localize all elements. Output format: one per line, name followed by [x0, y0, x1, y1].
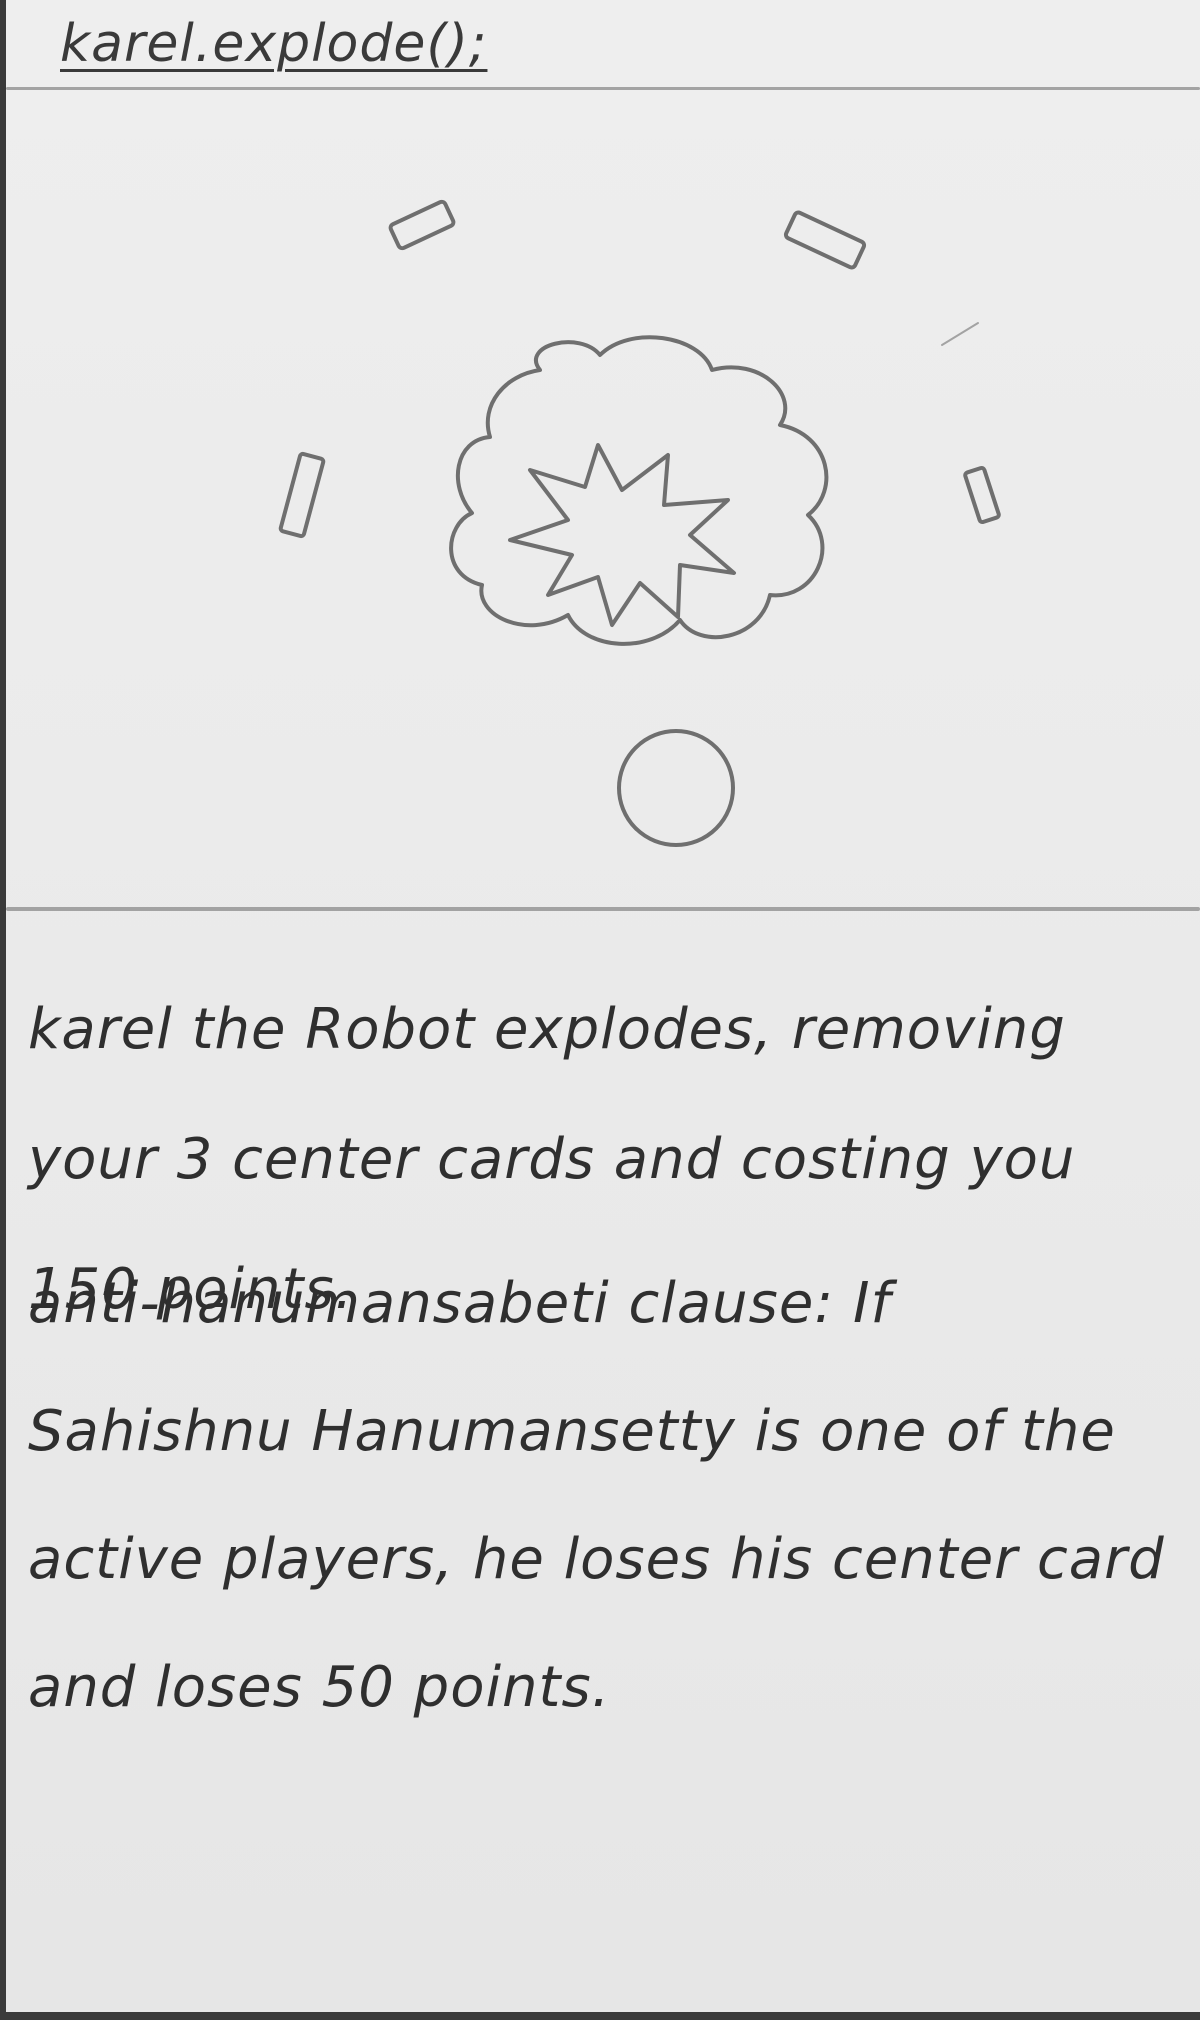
card-clause: anti-hanumansabeti clause: If Sahishnu H… [28, 1271, 1165, 1720]
debris-piece-top-right [783, 210, 867, 270]
debris-piece-left [278, 451, 326, 539]
debris-piece-top-left [388, 199, 456, 251]
card: karel.explode(); karel the Robot explode… [0, 0, 1200, 2020]
starburst [508, 443, 736, 627]
motion-line [941, 322, 979, 346]
smoke-cloud [449, 335, 829, 646]
debris-piece-right [963, 465, 1001, 525]
card-edge-bottom [0, 2012, 1200, 2020]
card-title: karel.explode(); [60, 14, 488, 74]
title-divider [6, 87, 1200, 90]
remnant-circle [617, 729, 735, 847]
illustration-divider [6, 907, 1200, 911]
explosion-illustration [278, 199, 1001, 847]
